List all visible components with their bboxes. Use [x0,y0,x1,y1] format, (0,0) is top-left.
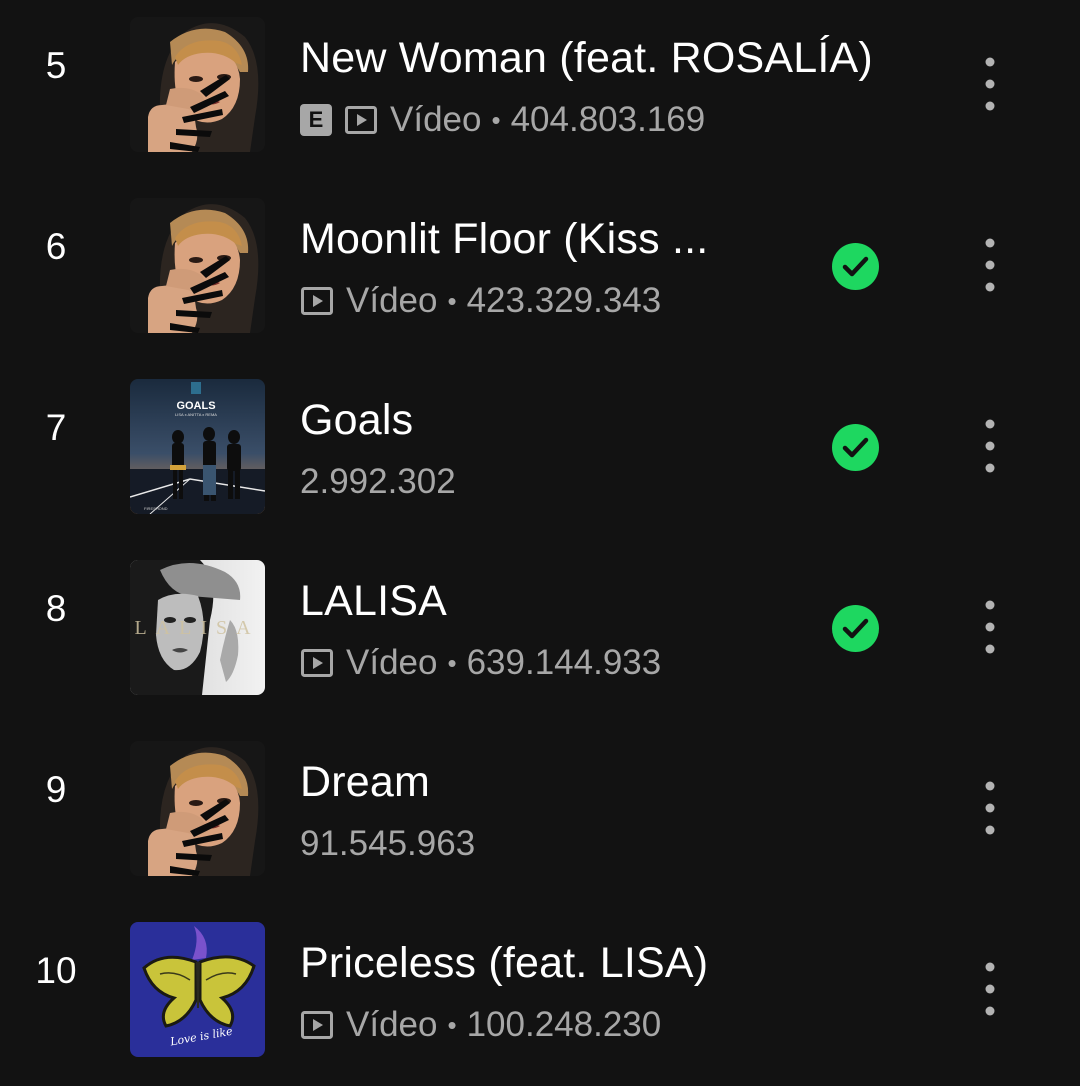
video-label: Vídeo [346,1005,438,1044]
video-icon [345,106,377,134]
track-list: 5 New Woman (feat. ROSALÍA) E Vídeo • 40… [0,0,1080,1081]
cover-label-text: FIRESHOND [144,506,168,511]
more-options-icon[interactable] [966,774,1014,844]
play-count: 2.992.302 [300,462,456,501]
track-row[interactable]: 8 LALISA LALISA Vídeo • 639.144.933 [0,543,1080,724]
album-cover-image [130,17,265,152]
play-count: 639.144.933 [466,643,662,682]
track-meta: Vídeo • 639.144.933 [300,643,661,683]
check-icon[interactable] [832,424,879,471]
track-meta: E Vídeo • 404.803.169 [300,100,705,140]
play-count: 91.545.963 [300,824,476,863]
play-count: 423.329.343 [466,281,662,320]
more-options-icon[interactable] [966,231,1014,301]
album-cover-image: GOALS LISA x ANITTA x REMA FIRESHOND [130,379,265,514]
track-row[interactable]: 9 Dream 91.545.963 [0,724,1080,905]
cover-title-text: GOALS [176,400,215,412]
track-meta: 91.545.963 [300,824,475,864]
track-title: Moonlit Floor (Kiss ... [300,215,709,263]
track-rank: 6 [45,226,67,267]
track-title: New Woman (feat. ROSALÍA) [300,34,873,82]
track-row[interactable]: 7 GOALS LISA x ANITTA x REMA FIRESHOND G… [0,362,1080,543]
track-meta: Vídeo • 423.329.343 [300,281,661,321]
track-title: Goals [300,396,414,444]
separator-dot: • [447,647,457,678]
more-options-icon[interactable] [966,955,1014,1025]
play-count: 100.248.230 [466,1005,662,1044]
track-row[interactable]: 6 Moonlit Floor (Kiss ... Vídeo • 423.32… [0,181,1080,362]
check-icon[interactable] [832,243,879,290]
video-icon [301,287,333,315]
album-cover-image: Love is like [130,922,265,1057]
album-cover-image [130,741,265,876]
explicit-icon: E [300,104,332,136]
track-rank: 10 [35,950,77,991]
separator-dot: • [447,1009,457,1040]
separator-dot: • [491,104,501,135]
track-title: Dream [300,758,431,806]
track-row[interactable]: 10 Love is like Priceless (feat. LISA) V… [0,905,1080,1086]
album-cover-image: LALISA [130,560,265,695]
track-rank: 9 [45,769,67,810]
check-icon[interactable] [832,605,879,652]
track-title: LALISA [300,577,448,625]
more-options-icon[interactable] [966,593,1014,663]
track-meta: Vídeo • 100.248.230 [300,1005,661,1045]
track-rank: 5 [45,45,67,86]
video-label: Vídeo [346,281,438,320]
video-label: Vídeo [390,100,482,139]
separator-dot: • [447,285,457,316]
track-meta: 2.992.302 [300,462,456,502]
video-icon [301,649,333,677]
cover-title-text: LALISA [134,617,259,639]
cover-artists-text: LISA x ANITTA x REMA [175,412,217,417]
track-rank: 8 [45,588,67,629]
track-rank: 7 [45,407,67,448]
play-count: 404.803.169 [510,100,706,139]
video-label: Vídeo [346,643,438,682]
track-row[interactable]: 5 New Woman (feat. ROSALÍA) E Vídeo • 40… [0,0,1080,181]
video-icon [301,1011,333,1039]
album-cover-image [130,198,265,333]
track-title: Priceless (feat. LISA) [300,939,709,987]
more-options-icon[interactable] [966,50,1014,120]
more-options-icon[interactable] [966,412,1014,482]
